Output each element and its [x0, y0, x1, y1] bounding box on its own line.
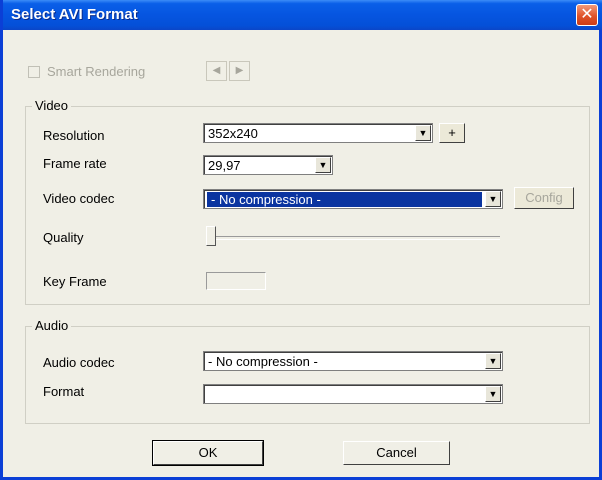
audio-group — [25, 326, 590, 424]
video-codec-select[interactable]: - No compression - ▼ — [203, 189, 503, 209]
chevron-left-icon: ◀ — [212, 65, 221, 76]
audio-codec-label: Audio codec — [43, 355, 115, 370]
key-frame-field[interactable] — [206, 272, 266, 290]
audio-codec-value: - No compression - — [208, 354, 318, 369]
chevron-down-icon[interactable]: ▼ — [315, 157, 331, 173]
close-icon: ✕ — [580, 6, 594, 23]
chevron-down-icon[interactable]: ▼ — [485, 386, 501, 402]
config-button[interactable]: Config — [514, 187, 574, 209]
video-group-label: Video — [32, 98, 72, 113]
quality-label: Quality — [43, 230, 84, 245]
frame-rate-value: 29,97 — [208, 158, 241, 173]
frame-rate-label: Frame rate — [43, 156, 107, 171]
resolution-label: Resolution — [43, 128, 105, 143]
title-bar[interactable]: Select AVI Format ✕ — [3, 0, 602, 30]
prev-arrow-button[interactable]: ◀ — [206, 61, 227, 81]
format-label: Format — [43, 384, 85, 399]
quality-slider-thumb[interactable] — [206, 226, 216, 246]
add-resolution-button[interactable]: + — [439, 123, 465, 143]
ok-button[interactable]: OK — [152, 440, 264, 466]
audio-codec-select[interactable]: - No compression - ▼ — [203, 351, 503, 371]
dialog-title: Select AVI Format — [11, 6, 138, 23]
smart-rendering-checkbox[interactable] — [28, 66, 40, 78]
smart-rendering-label: Smart Rendering — [47, 64, 146, 79]
chevron-down-icon[interactable]: ▼ — [485, 353, 501, 369]
audio-group-label: Audio — [32, 318, 72, 333]
chevron-right-icon: ▶ — [235, 65, 244, 76]
key-frame-label: Key Frame — [43, 274, 107, 289]
quality-slider-track[interactable] — [210, 236, 500, 240]
cancel-button[interactable]: Cancel — [343, 441, 450, 465]
resolution-select[interactable]: 352x240 ▼ — [203, 123, 433, 143]
avi-format-dialog: Select AVI Format ✕ Smart Rendering ◀ ▶ … — [0, 0, 602, 480]
format-select[interactable]: ▼ — [203, 384, 503, 404]
nav-arrows: ◀ ▶ — [206, 61, 252, 81]
video-codec-value: - No compression - — [207, 192, 482, 207]
chevron-down-icon[interactable]: ▼ — [485, 191, 501, 207]
video-codec-label: Video codec — [43, 191, 115, 206]
close-button[interactable]: ✕ — [576, 4, 598, 26]
next-arrow-button[interactable]: ▶ — [229, 61, 250, 81]
frame-rate-select[interactable]: 29,97 ▼ — [203, 155, 333, 175]
chevron-down-icon[interactable]: ▼ — [415, 125, 431, 141]
resolution-value: 352x240 — [208, 126, 258, 141]
